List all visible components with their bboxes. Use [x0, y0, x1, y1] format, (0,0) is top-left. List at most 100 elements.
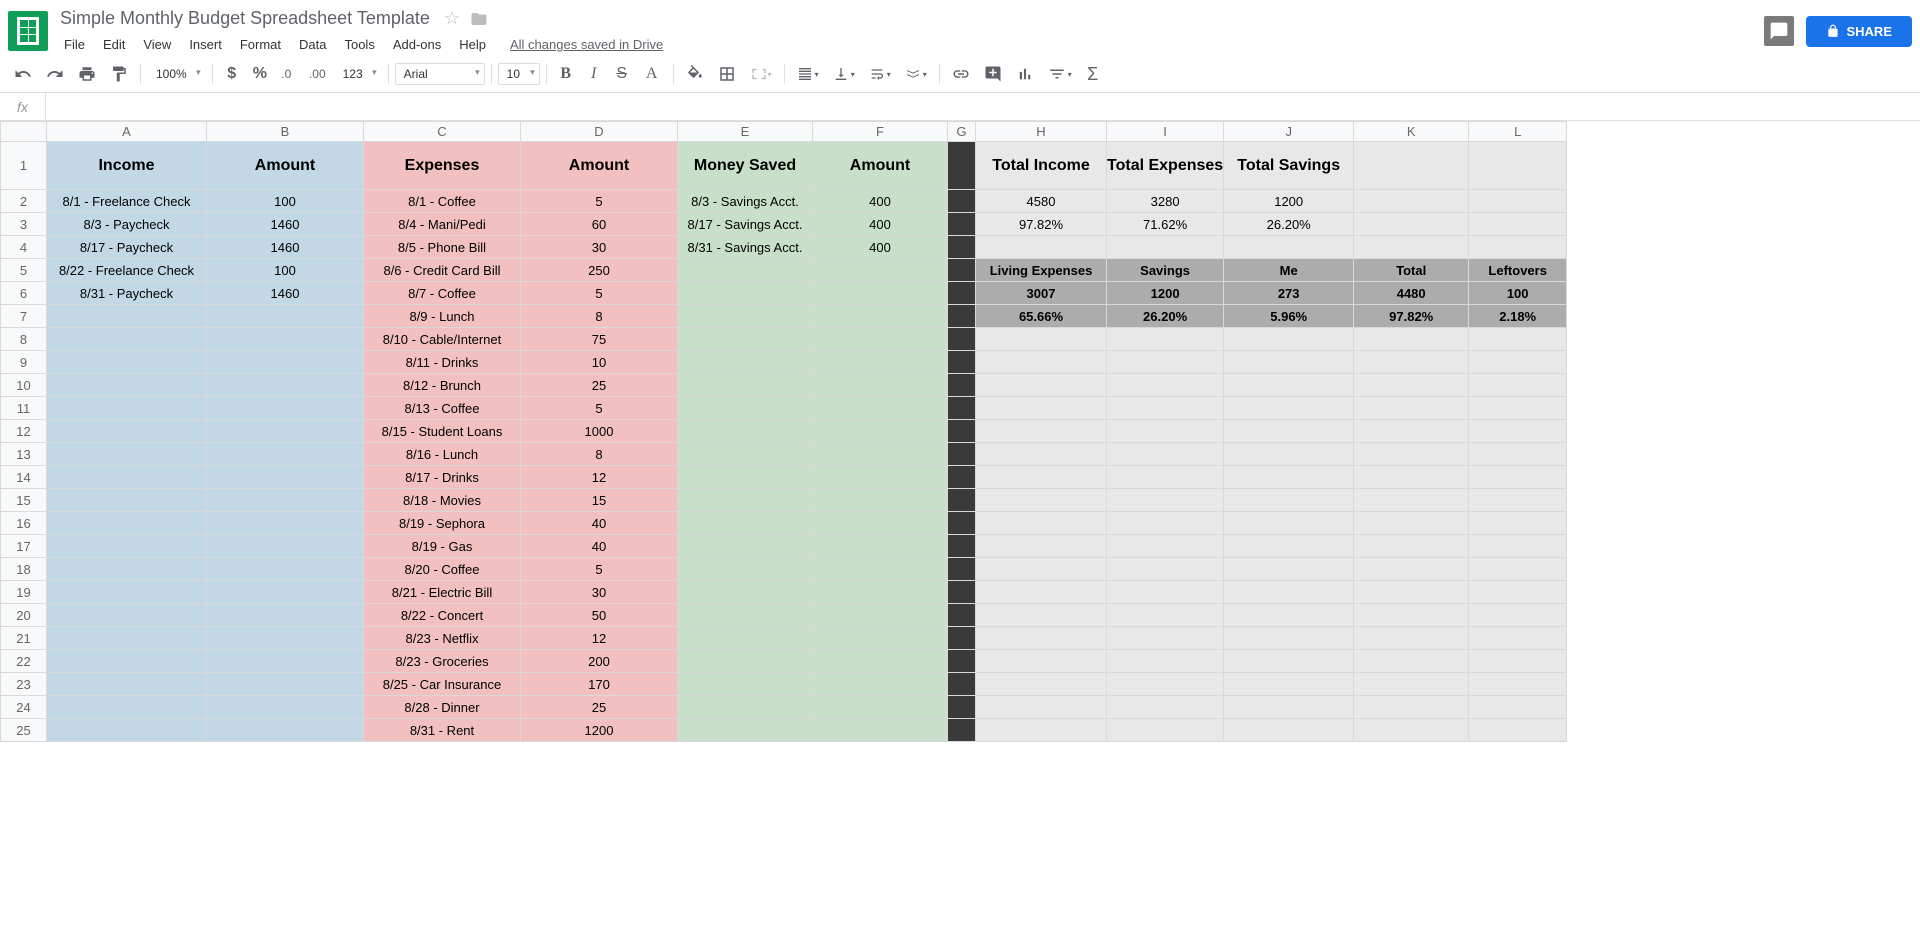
cell-F5[interactable]	[813, 259, 948, 282]
cell-L14[interactable]	[1469, 466, 1567, 489]
cell-H21[interactable]	[976, 627, 1107, 650]
cell-H23[interactable]	[976, 673, 1107, 696]
cell-L5[interactable]: Leftovers	[1469, 259, 1567, 282]
cell-K14[interactable]	[1354, 466, 1469, 489]
cell-G15[interactable]	[948, 489, 976, 512]
functions-button[interactable]: Σ	[1080, 61, 1106, 87]
cell-A14[interactable]	[47, 466, 207, 489]
cell-B19[interactable]	[207, 581, 364, 604]
cell-I1[interactable]: Total Expenses	[1107, 142, 1224, 190]
cell-A10[interactable]	[47, 374, 207, 397]
cell-G3[interactable]	[948, 213, 976, 236]
cell-E9[interactable]	[678, 351, 813, 374]
cell-E22[interactable]	[678, 650, 813, 673]
cell-E25[interactable]	[678, 719, 813, 742]
cell-D7[interactable]: 8	[521, 305, 678, 328]
cell-C24[interactable]: 8/28 - Dinner	[364, 696, 521, 719]
cell-D6[interactable]: 5	[521, 282, 678, 305]
cell-H12[interactable]	[976, 420, 1107, 443]
row-header-15[interactable]: 15	[1, 489, 47, 512]
cell-L20[interactable]	[1469, 604, 1567, 627]
cell-E13[interactable]	[678, 443, 813, 466]
spreadsheet-grid[interactable]: ABCDEFGHIJKL1IncomeAmountExpensesAmountM…	[0, 121, 1920, 934]
merge-cells-button[interactable]: ▾	[744, 61, 778, 87]
cell-K24[interactable]	[1354, 696, 1469, 719]
row-header-13[interactable]: 13	[1, 443, 47, 466]
cell-G1[interactable]	[948, 142, 976, 190]
cell-J12[interactable]	[1224, 420, 1354, 443]
cell-I7[interactable]: 26.20%	[1107, 305, 1224, 328]
cell-F8[interactable]	[813, 328, 948, 351]
cell-K25[interactable]	[1354, 719, 1469, 742]
menu-file[interactable]: File	[56, 33, 93, 56]
cell-C17[interactable]: 8/19 - Gas	[364, 535, 521, 558]
cell-H10[interactable]	[976, 374, 1107, 397]
cell-C4[interactable]: 8/5 - Phone Bill	[364, 236, 521, 259]
cell-K18[interactable]	[1354, 558, 1469, 581]
row-header-23[interactable]: 23	[1, 673, 47, 696]
cell-A1[interactable]: Income	[47, 142, 207, 190]
cell-F22[interactable]	[813, 650, 948, 673]
cell-L7[interactable]: 2.18%	[1469, 305, 1567, 328]
cell-C23[interactable]: 8/25 - Car Insurance	[364, 673, 521, 696]
cell-F15[interactable]	[813, 489, 948, 512]
cell-G9[interactable]	[948, 351, 976, 374]
vertical-align-button[interactable]: ▾	[827, 61, 861, 87]
cell-K23[interactable]	[1354, 673, 1469, 696]
cell-L1[interactable]	[1469, 142, 1567, 190]
cell-K4[interactable]	[1354, 236, 1469, 259]
save-status[interactable]: All changes saved in Drive	[510, 37, 663, 52]
cell-I15[interactable]	[1107, 489, 1224, 512]
row-header-21[interactable]: 21	[1, 627, 47, 650]
currency-button[interactable]: $	[219, 61, 245, 87]
share-button[interactable]: SHARE	[1806, 16, 1912, 47]
cell-C12[interactable]: 8/15 - Student Loans	[364, 420, 521, 443]
cell-H3[interactable]: 97.82%	[976, 213, 1107, 236]
zoom-select[interactable]: 100%	[147, 63, 206, 85]
cell-G19[interactable]	[948, 581, 976, 604]
cell-D3[interactable]: 60	[521, 213, 678, 236]
cell-J6[interactable]: 273	[1224, 282, 1354, 305]
cell-H17[interactable]	[976, 535, 1107, 558]
cell-C18[interactable]: 8/20 - Coffee	[364, 558, 521, 581]
cell-J14[interactable]	[1224, 466, 1354, 489]
cell-G21[interactable]	[948, 627, 976, 650]
star-icon[interactable]: ☆	[444, 8, 460, 29]
cell-D23[interactable]: 170	[521, 673, 678, 696]
cell-I6[interactable]: 1200	[1107, 282, 1224, 305]
cell-C5[interactable]: 8/6 - Credit Card Bill	[364, 259, 521, 282]
cell-L13[interactable]	[1469, 443, 1567, 466]
cell-E20[interactable]	[678, 604, 813, 627]
cell-D12[interactable]: 1000	[521, 420, 678, 443]
cell-F14[interactable]	[813, 466, 948, 489]
cell-E16[interactable]	[678, 512, 813, 535]
cell-A24[interactable]	[47, 696, 207, 719]
cell-K12[interactable]	[1354, 420, 1469, 443]
row-header-9[interactable]: 9	[1, 351, 47, 374]
cell-I10[interactable]	[1107, 374, 1224, 397]
cell-J23[interactable]	[1224, 673, 1354, 696]
cell-D22[interactable]: 200	[521, 650, 678, 673]
cell-K21[interactable]	[1354, 627, 1469, 650]
cell-I12[interactable]	[1107, 420, 1224, 443]
cell-A6[interactable]: 8/31 - Paycheck	[47, 282, 207, 305]
cell-D1[interactable]: Amount	[521, 142, 678, 190]
cell-B12[interactable]	[207, 420, 364, 443]
cell-H18[interactable]	[976, 558, 1107, 581]
row-header-7[interactable]: 7	[1, 305, 47, 328]
cell-A4[interactable]: 8/17 - Paycheck	[47, 236, 207, 259]
cell-I24[interactable]	[1107, 696, 1224, 719]
cell-I19[interactable]	[1107, 581, 1224, 604]
cell-H15[interactable]	[976, 489, 1107, 512]
cell-G8[interactable]	[948, 328, 976, 351]
cell-D17[interactable]: 40	[521, 535, 678, 558]
cell-D13[interactable]: 8	[521, 443, 678, 466]
cell-E5[interactable]	[678, 259, 813, 282]
row-header-25[interactable]: 25	[1, 719, 47, 742]
cell-B11[interactable]	[207, 397, 364, 420]
cell-A17[interactable]	[47, 535, 207, 558]
cell-K22[interactable]	[1354, 650, 1469, 673]
cell-D11[interactable]: 5	[521, 397, 678, 420]
col-header-J[interactable]: J	[1224, 122, 1354, 142]
cell-I18[interactable]	[1107, 558, 1224, 581]
